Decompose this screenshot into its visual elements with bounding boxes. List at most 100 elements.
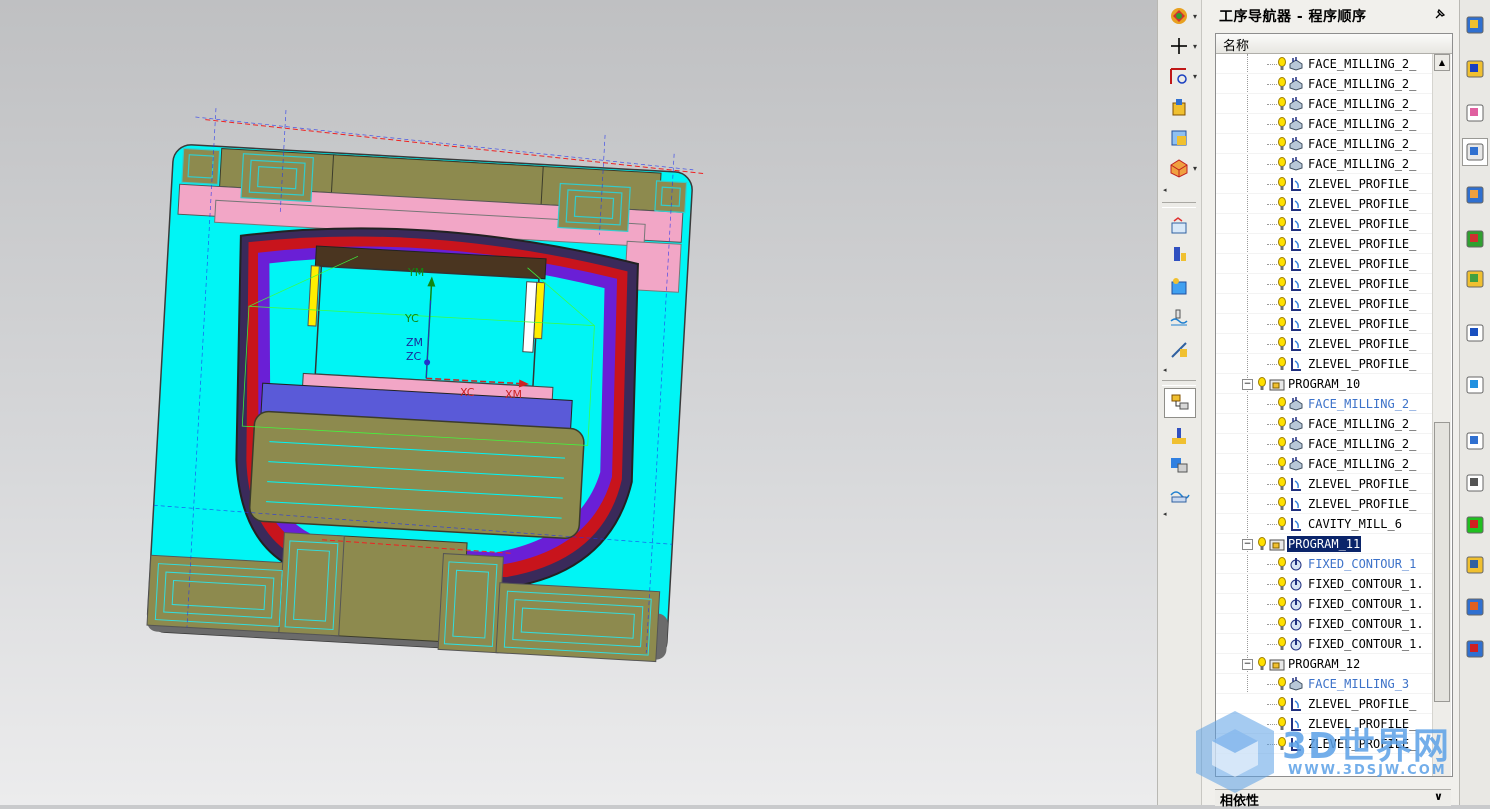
operation-label: FIXED_CONTOUR_1. xyxy=(1308,637,1424,651)
operation-row[interactable]: FIXED_CONTOUR_1. xyxy=(1216,634,1432,654)
operation-label: ZLEVEL_PROFILE_ xyxy=(1308,497,1417,511)
reuse-library-icon[interactable] xyxy=(1463,182,1487,208)
wcs-origin-icon[interactable] xyxy=(1164,34,1194,58)
vertical-scrollbar[interactable]: ▲ xyxy=(1432,54,1451,776)
wcs-dropdown[interactable]: ▾ xyxy=(1193,42,1199,51)
operation-row[interactable]: FACE_MILLING_2_ xyxy=(1216,114,1432,134)
method-view-icon[interactable] xyxy=(1164,482,1194,506)
generate-path-icon[interactable] xyxy=(1164,214,1194,238)
operation-row[interactable]: FIXED_CONTOUR_1 xyxy=(1216,554,1432,574)
replay-path-icon[interactable] xyxy=(1164,242,1194,266)
operation-row[interactable]: FACE_MILLING_2_ xyxy=(1216,74,1432,94)
operation-row[interactable]: FIXED_CONTOUR_1. xyxy=(1216,614,1432,634)
operation-row[interactable]: FACE_MILLING_2_ xyxy=(1216,134,1432,154)
operation-row[interactable]: FACE_MILLING_3 xyxy=(1216,674,1432,694)
verify-path-icon[interactable] xyxy=(1164,274,1194,298)
operation-row[interactable]: ZLEVEL_PROFILE_ xyxy=(1216,474,1432,494)
hd3d-icon[interactable] xyxy=(1463,226,1487,252)
list-path-icon[interactable] xyxy=(1164,306,1194,330)
operation-row[interactable]: CAVITY_MILL_6 xyxy=(1216,514,1432,534)
collapse-toggle-icon[interactable]: − xyxy=(1242,379,1253,390)
operation-row[interactable]: ZLEVEL_PROFILE_ xyxy=(1216,174,1432,194)
operation-row[interactable]: ZLEVEL_PROFILE_ xyxy=(1216,294,1432,314)
program-group-row[interactable]: − PROGRAM_12 xyxy=(1216,654,1432,674)
status-bulb-icon xyxy=(1278,677,1286,690)
toolbar-overflow-3[interactable]: ◂ xyxy=(1163,510,1167,518)
palette-icon[interactable] xyxy=(1463,512,1487,538)
operation-row[interactable]: FACE_MILLING_2_ xyxy=(1216,434,1432,454)
create-geometry-icon[interactable] xyxy=(1164,156,1194,180)
collapse-toggle-icon[interactable]: − xyxy=(1242,539,1253,550)
visual-report-icon[interactable] xyxy=(1463,636,1487,662)
status-bulb-icon xyxy=(1278,437,1286,450)
face-mill-icon xyxy=(1289,97,1303,111)
operation-row[interactable]: ZLEVEL_PROFILE_ xyxy=(1216,194,1432,214)
cam-toolbar: ▾ ▾ ▾ ▾ ◂ ◂ ◂ xyxy=(1157,0,1203,805)
operation-row[interactable]: ZLEVEL_PROFILE_ xyxy=(1216,234,1432,254)
scroll-up-button[interactable]: ▲ xyxy=(1434,54,1450,71)
program-group-row[interactable]: − PROGRAM_11 xyxy=(1216,534,1432,554)
graphics-viewport[interactable]: YM YC ZM ZC XC XM xyxy=(0,0,1157,805)
operation-row[interactable]: ZLEVEL_PROFILE_ xyxy=(1216,314,1432,334)
orient-dropdown[interactable]: ▾ xyxy=(1193,72,1199,81)
display-tool-icon[interactable] xyxy=(1164,4,1194,28)
operation-row[interactable]: FACE_MILLING_2_ xyxy=(1216,154,1432,174)
operation-row[interactable]: ZLEVEL_PROFILE_ xyxy=(1216,494,1432,514)
operation-row[interactable]: FIXED_CONTOUR_1. xyxy=(1216,594,1432,614)
watermark: 3D世界网 WWW.3DSJW.COM xyxy=(1188,703,1488,803)
axis-label-zc: ZC xyxy=(406,350,422,363)
operation-row[interactable]: ZLEVEL_PROFILE_ xyxy=(1216,334,1432,354)
operation-row[interactable]: ZLEVEL_PROFILE_ xyxy=(1216,254,1432,274)
program-group-row[interactable]: − PROGRAM_10 xyxy=(1216,374,1432,394)
users-icon[interactable] xyxy=(1463,594,1487,620)
assembly-nav-icon[interactable] xyxy=(1463,12,1487,38)
operation-nav-icon[interactable] xyxy=(1462,138,1488,166)
operation-row[interactable]: FACE_MILLING_2_ xyxy=(1216,54,1432,74)
process-studio-icon[interactable] xyxy=(1463,470,1487,496)
create-program-icon[interactable] xyxy=(1164,96,1194,120)
display-tool-dropdown[interactable]: ▾ xyxy=(1193,12,1199,21)
operation-tree[interactable]: 名称 FACE_MILLING_2_ FACE_MILLING_2_ FACE_MI… xyxy=(1215,33,1453,777)
operation-row[interactable]: ZLEVEL_PROFILE_ xyxy=(1216,274,1432,294)
system-materials-icon[interactable] xyxy=(1463,552,1487,578)
program-folder-icon xyxy=(1269,659,1285,671)
toolbar-overflow-1[interactable]: ◂ xyxy=(1163,186,1167,194)
machine-tool-view-icon[interactable] xyxy=(1164,424,1194,448)
face-mill-icon xyxy=(1289,457,1303,471)
post-process-icon[interactable] xyxy=(1164,338,1194,362)
program-order-view-icon[interactable] xyxy=(1164,388,1196,418)
collapse-toggle-icon[interactable]: − xyxy=(1242,659,1253,670)
operation-row[interactable]: FACE_MILLING_2_ xyxy=(1216,414,1432,434)
part-nav-icon[interactable] xyxy=(1463,100,1487,126)
face-mill-icon xyxy=(1289,157,1303,171)
status-bulb-icon xyxy=(1278,57,1286,70)
operation-row[interactable]: ZLEVEL_PROFILE_ xyxy=(1216,214,1432,234)
operation-row[interactable]: ZLEVEL_PROFILE_ xyxy=(1216,354,1432,374)
column-header-label: 名称 xyxy=(1223,39,1250,54)
scroll-thumb[interactable] xyxy=(1434,422,1450,702)
create-tool-icon[interactable] xyxy=(1164,126,1194,150)
info-icon[interactable] xyxy=(1463,320,1487,346)
geometry-view-icon[interactable] xyxy=(1164,452,1194,476)
tree-connector xyxy=(1267,524,1277,525)
history-icon[interactable] xyxy=(1463,428,1487,454)
geometry-dropdown[interactable]: ▾ xyxy=(1193,164,1199,173)
operation-row[interactable]: FACE_MILLING_2_ xyxy=(1216,454,1432,474)
operation-row[interactable]: FIXED_CONTOUR_1. xyxy=(1216,574,1432,594)
operation-label: ZLEVEL_PROFILE_ xyxy=(1308,477,1417,491)
operation-row[interactable]: FACE_MILLING_2_ xyxy=(1216,94,1432,114)
zlevel-icon xyxy=(1291,478,1301,491)
status-bulb-icon xyxy=(1278,597,1286,610)
roles-icon[interactable] xyxy=(1463,266,1487,292)
operation-label: ZLEVEL_PROFILE_ xyxy=(1308,277,1417,291)
pin-icon[interactable] xyxy=(1433,7,1447,21)
toolbar-overflow-2[interactable]: ◂ xyxy=(1163,366,1167,374)
web-browser-icon[interactable] xyxy=(1463,372,1487,398)
constraint-nav-icon[interactable] xyxy=(1463,56,1487,82)
program-label: PROGRAM_10 xyxy=(1288,377,1361,391)
operation-row[interactable]: FACE_MILLING_2_ xyxy=(1216,394,1432,414)
orient-wcs-icon[interactable] xyxy=(1164,64,1194,88)
column-header-name[interactable]: 名称 xyxy=(1216,34,1452,54)
status-bulb-icon xyxy=(1278,517,1286,530)
tree-connector xyxy=(1267,484,1277,485)
